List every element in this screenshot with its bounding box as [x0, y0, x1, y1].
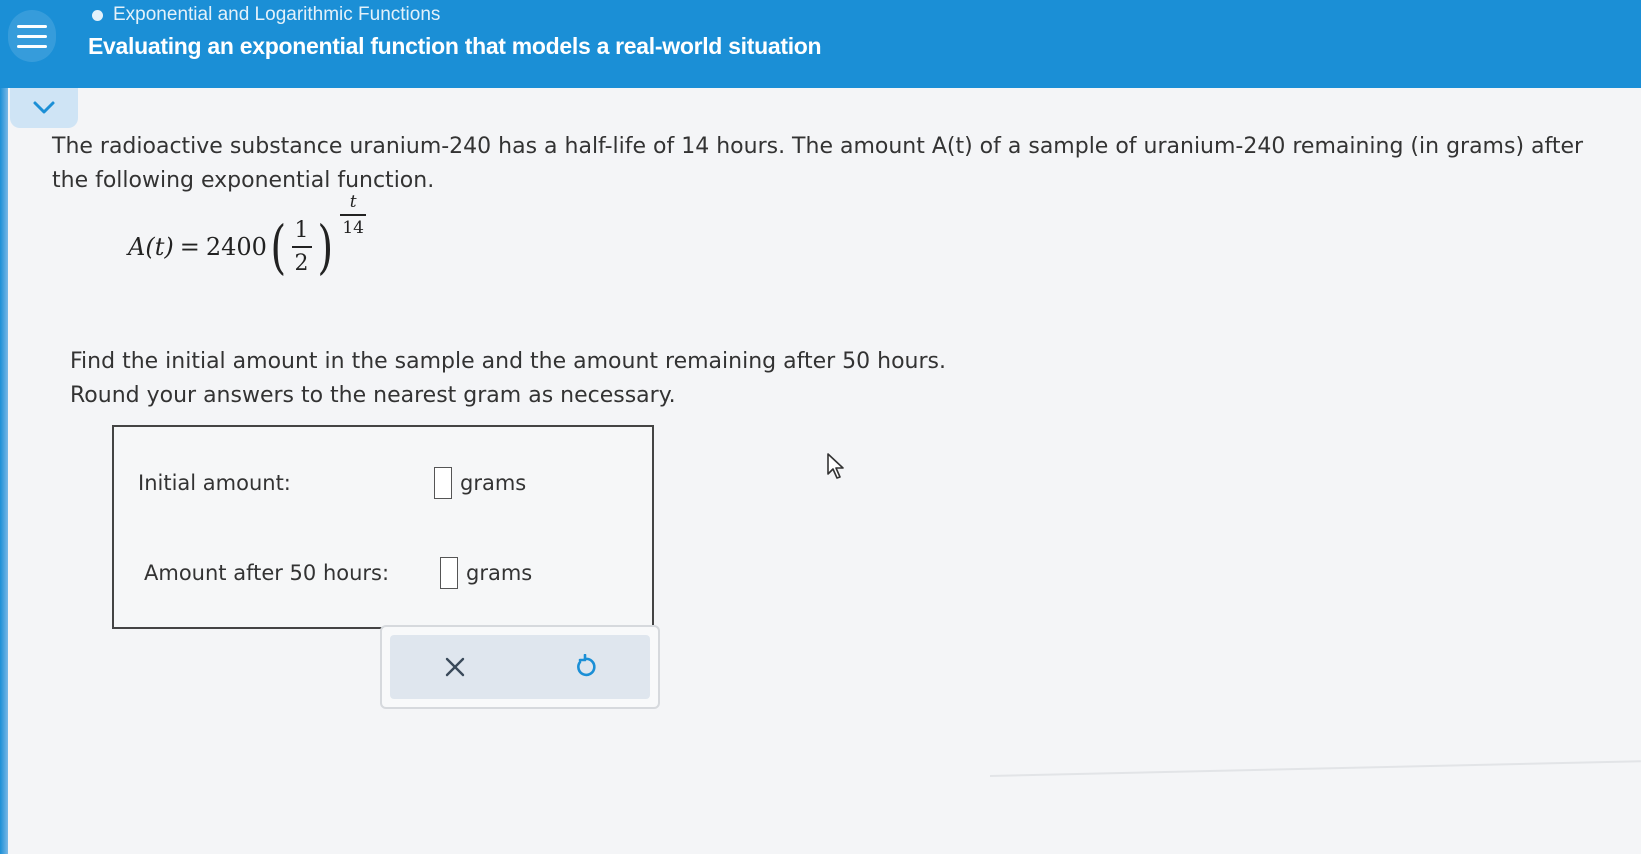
instruction-line-2: Round your answers to the nearest gram a…: [70, 383, 676, 408]
instructions: Find the initial amount in the sample an…: [70, 345, 946, 413]
divider-line: [989, 760, 1641, 777]
topic-breadcrumb[interactable]: Exponential and Logarithmic Functions: [92, 4, 440, 26]
amount-after-row: Amount after 50 hours: grams: [144, 557, 532, 589]
topic-label: Exponential and Logarithmic Functions: [113, 4, 441, 25]
right-paren: ): [316, 213, 333, 281]
exponent-numerator: t: [349, 192, 357, 213]
formula-equals: =: [179, 233, 200, 261]
exponential-formula: A(t) = 2400 ( 1 2 ) t 14: [128, 192, 367, 281]
initial-amount-input[interactable]: [434, 467, 452, 499]
topic-status-icon: [92, 9, 103, 21]
left-edge-strip: [0, 88, 8, 854]
action-buttons: [390, 635, 650, 699]
page-title: Evaluating an exponential function that …: [88, 33, 822, 59]
undo-icon: [577, 654, 596, 677]
instruction-line-1: Find the initial amount in the sample an…: [70, 349, 946, 374]
initial-amount-row: Initial amount: grams: [138, 467, 526, 499]
problem-line-1: The radioactive substance uranium-240 ha…: [52, 134, 1584, 159]
header-bar: Exponential and Logarithmic Functions Ev…: [0, 0, 1641, 88]
formula-base-fraction: 1 2: [291, 218, 312, 276]
clear-button[interactable]: [433, 645, 477, 689]
formula-lhs: A(t): [128, 233, 174, 261]
amount-after-unit: grams: [466, 561, 533, 585]
initial-amount-label: Initial amount:: [138, 471, 291, 495]
x-icon: [445, 657, 465, 677]
base-denominator: 2: [294, 251, 309, 276]
left-paren: (: [270, 213, 287, 281]
base-numerator: 1: [294, 218, 309, 243]
exponent-denominator: 14: [342, 217, 364, 238]
formula-coefficient: 2400: [205, 233, 267, 261]
formula-exponent: t 14: [340, 192, 367, 238]
mouse-pointer-icon: [827, 453, 844, 479]
amount-after-input[interactable]: [440, 557, 458, 589]
answer-box: Initial amount: grams Amount after 50 ho…: [112, 425, 654, 629]
problem-statement: The radioactive substance uranium-240 ha…: [52, 130, 1632, 198]
chevron-down-icon: [33, 101, 55, 114]
initial-amount-unit: grams: [460, 471, 527, 495]
collapse-button[interactable]: [10, 88, 78, 128]
amount-after-label: Amount after 50 hours:: [144, 561, 390, 585]
undo-button[interactable]: [563, 645, 607, 689]
action-panel: [380, 625, 660, 709]
problem-line-2: the following exponential function.: [52, 168, 435, 193]
hamburger-menu-icon[interactable]: [8, 10, 56, 62]
